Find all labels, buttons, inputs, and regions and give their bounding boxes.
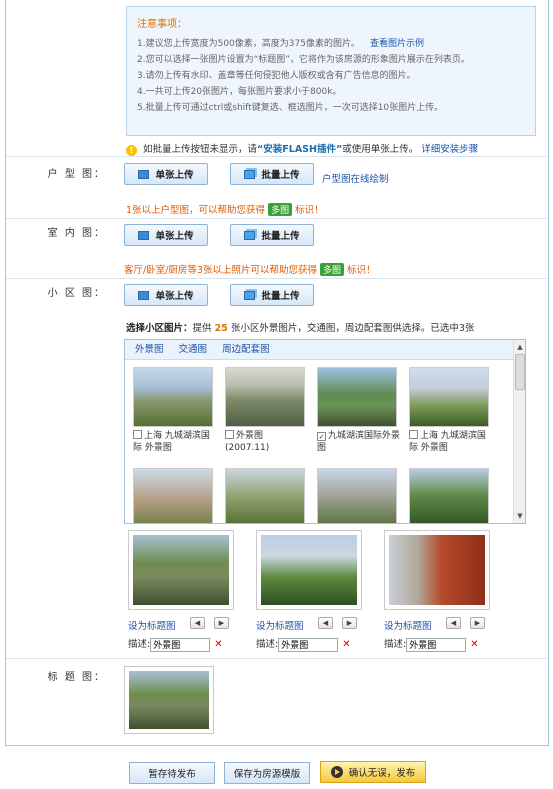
floorplan-online-draw-link[interactable]: 户型图在线绘制 <box>322 171 389 185</box>
gallery-scrollbar[interactable]: ▲ ▼ <box>513 340 525 523</box>
tab-surroundings[interactable]: 周边配套图 <box>222 340 270 360</box>
selected-photo <box>128 530 234 610</box>
description-input[interactable] <box>406 637 467 652</box>
move-left-icon[interactable]: ◀ <box>190 617 205 629</box>
title-image <box>124 666 214 734</box>
image-icon <box>138 169 150 179</box>
scroll-down-icon[interactable]: ▼ <box>515 511 525 521</box>
notice-item: 4.一共可上传20张图片，每张图片要求小于800k。 <box>137 87 342 97</box>
tab-exterior[interactable]: 外景图 <box>135 340 164 360</box>
gallery-thumb[interactable] <box>409 468 489 523</box>
community-batch-upload-button[interactable]: 批量上传 <box>230 284 314 306</box>
gallery-thumb[interactable] <box>225 468 305 523</box>
divider <box>6 218 547 219</box>
notice-item: 5.批量上传可通过ctrl或shift键复选、框选图片，一次可选择10张图片上传… <box>137 103 444 113</box>
remove-icon[interactable]: ✕ <box>214 639 222 650</box>
images-icon <box>244 169 256 179</box>
move-left-icon[interactable]: ◀ <box>446 617 461 629</box>
community-label: 小 区 图： <box>47 288 106 299</box>
image-icon <box>138 290 150 300</box>
gallery-caption[interactable]: 外景图 (2007.11) <box>225 430 309 454</box>
interior-batch-upload-button[interactable]: 批量上传 <box>230 224 314 246</box>
divider <box>6 278 547 279</box>
notice-box: 注意事项： 1.建议您上传宽度为500像素，高度为375像素的图片。 查看图片示例… <box>126 6 536 136</box>
selected-photo <box>384 530 490 610</box>
gallery-caption[interactable]: 上海 九城湖滨国际 外景图 <box>133 430 217 454</box>
gallery-thumb[interactable] <box>317 468 397 523</box>
interior-hint: 客厅/卧室/厨房等3张以上照片可以帮助您获得 多图 标识！ <box>124 263 376 276</box>
set-title-image-link[interactable]: 设为标题图 <box>256 618 304 632</box>
photo-description: 描述:✕ <box>384 636 479 652</box>
interior-label: 室 内 图： <box>47 228 106 239</box>
photo-checkbox[interactable] <box>409 430 418 439</box>
remove-icon[interactable]: ✕ <box>470 639 478 650</box>
move-left-icon[interactable]: ◀ <box>318 617 333 629</box>
community-photo-gallery[interactable]: 外景图 交通图 周边配套图 上海 九城湖滨国际 外景图 外景图 (2007.11… <box>124 339 526 524</box>
gallery-thumb[interactable] <box>409 367 489 427</box>
publish-button[interactable]: 确认无误，发布 <box>320 761 426 783</box>
community-single-upload-button[interactable]: 单张上传 <box>124 284 208 306</box>
photo-checkbox[interactable] <box>133 430 142 439</box>
remove-icon[interactable]: ✕ <box>342 639 350 650</box>
play-icon <box>330 766 343 778</box>
gallery-thumb[interactable] <box>133 468 213 523</box>
notice-item: 3.请勿上传有水印、盖章等任何侵犯他人版权或含有广告信息的图片。 <box>137 71 416 81</box>
floorplan-batch-upload-button[interactable]: 批量上传 <box>230 163 314 185</box>
move-right-icon[interactable]: ▶ <box>214 617 229 629</box>
warning-icon: ! <box>126 145 137 156</box>
install-flash-link[interactable]: “安装FLASH插件” <box>257 144 342 155</box>
gallery-thumb[interactable] <box>317 367 397 427</box>
save-template-button[interactable]: 保存为房源模版 <box>224 762 310 784</box>
flash-tip: ! 如批量上传按钮未显示，请“安装FLASH插件”或使用单张上传。 详细安装步骤 <box>126 141 478 156</box>
gallery-thumb[interactable] <box>133 367 213 427</box>
set-title-image-link[interactable]: 设为标题图 <box>128 618 176 632</box>
photo-checkbox-checked[interactable]: ✓ <box>317 432 326 441</box>
notice-item: 2.您可以选择一张图片设置为“标题图”，它将作为该房源的形象图片展示在列表页。 <box>137 55 470 65</box>
floorplan-hint: 1张以上户型图，可以帮助您获得 多图 标识！ <box>126 203 324 216</box>
select-community-photos: 选择小区图片：提供 25 张小区外景图片，交通图，周边配套图供选择。已选中3张 <box>126 323 475 334</box>
photo-description: 描述:✕ <box>256 636 351 652</box>
title-image-label: 标 题 图： <box>47 672 106 683</box>
move-right-icon[interactable]: ▶ <box>342 617 357 629</box>
image-icon <box>138 230 150 240</box>
save-draft-button[interactable]: 暂存待发布 <box>129 762 215 784</box>
interior-single-upload-button[interactable]: 单张上传 <box>124 224 208 246</box>
gallery-thumb[interactable] <box>225 367 305 427</box>
floorplan-single-upload-button[interactable]: 单张上传 <box>124 163 208 185</box>
tab-traffic[interactable]: 交通图 <box>179 340 208 360</box>
notice-title: 注意事项： <box>137 19 187 30</box>
divider <box>6 658 547 659</box>
example-link[interactable]: 查看图片示例 <box>370 39 424 49</box>
gallery-caption[interactable]: 上海 九城湖滨国际 外景图 <box>409 430 493 454</box>
move-right-icon[interactable]: ▶ <box>470 617 485 629</box>
multi-image-badge: 多图 <box>319 263 344 276</box>
images-icon <box>244 230 256 240</box>
description-input[interactable] <box>278 637 339 652</box>
photo-description: 描述:✕ <box>128 636 223 652</box>
description-input[interactable] <box>150 637 211 652</box>
selected-photo <box>256 530 362 610</box>
floorplan-label: 户 型 图： <box>47 169 106 180</box>
gallery-caption[interactable]: ✓ 九城湖滨国际外景图 <box>317 430 401 454</box>
notice-item: 1.建议您上传宽度为500像素，高度为375像素的图片。 查看图片示例 <box>137 39 424 49</box>
set-title-image-link[interactable]: 设为标题图 <box>384 618 432 632</box>
photo-checkbox[interactable] <box>225 430 234 439</box>
scroll-thumb[interactable] <box>515 354 525 390</box>
divider <box>6 156 547 157</box>
images-icon <box>244 290 256 300</box>
gallery-tabs: 外景图 交通图 周边配套图 <box>125 340 525 360</box>
multi-image-badge: 多图 <box>268 203 293 216</box>
install-steps-link[interactable]: 详细安装步骤 <box>421 144 478 155</box>
scroll-up-icon[interactable]: ▲ <box>515 342 525 352</box>
